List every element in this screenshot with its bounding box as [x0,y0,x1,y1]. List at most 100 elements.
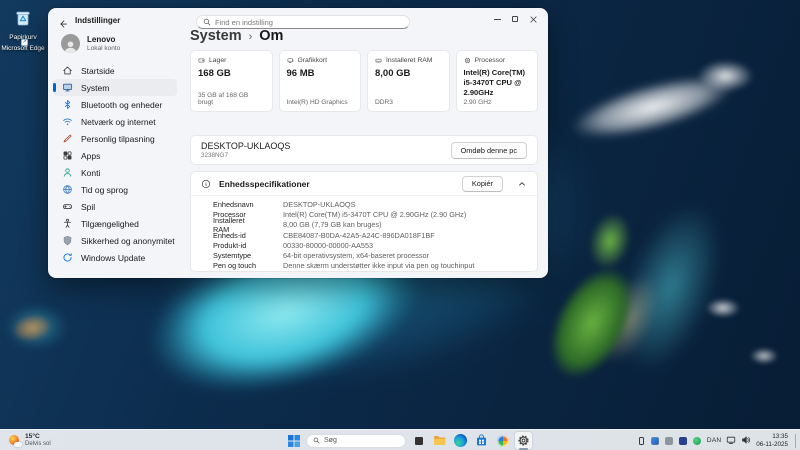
sidebar-item-netvaerk-og-internet[interactable]: Netværk og internet [53,113,177,130]
task-view-button[interactable] [410,432,427,449]
file-explorer-button[interactable] [431,432,448,449]
privacy-shield-icon [62,235,73,246]
sidebar-item-apps[interactable]: Apps [53,147,177,164]
chevron-up-icon[interactable] [517,179,527,189]
back-button[interactable] [58,16,68,26]
spec-label: Enhedsnavn [191,200,261,209]
sidebar-item-label: Startside [81,66,115,76]
device-name: DESKTOP-UKLAOQS [201,141,290,152]
avatar [61,34,80,53]
task-view-icon [412,434,426,448]
clock-time: 13:35 [756,433,788,441]
sidebar-item-tid-og-sprog[interactable]: Tid og sprog [53,181,177,198]
spec-value: Denne skærm understøtter ikke input via … [261,261,474,270]
language-indicator[interactable]: DAN [707,437,721,444]
accounts-icon [62,167,73,178]
edge-button[interactable] [452,432,469,449]
user-account[interactable]: Lenovo Lokal konto [61,34,120,53]
weather-condition: Delvis sol [25,441,51,448]
sidebar-item-label: Windows Update [81,253,145,263]
card-label: Lager [209,57,226,64]
taskbar: 15°C Delvis sol Søg [0,429,800,450]
user-account-type: Lokal konto [87,45,120,53]
window-title: Indstillinger [75,16,120,25]
sidebar-item-startside[interactable]: Startside [53,62,177,79]
edge-icon [454,434,467,447]
sidebar-item-windows-update[interactable]: Windows Update [53,249,177,266]
tray-app-gray-icon[interactable] [665,436,674,445]
sidebar-item-label: Bluetooth og enheder [81,100,162,110]
specs-title: Enhedsspecifikationer [219,179,310,189]
card-ram: Installeret RAM 8,00 GB DDR3 [367,50,450,112]
shortcut-arrow-icon: ↗ [21,39,28,46]
wallpaper-left-reef [0,298,76,356]
ram-icon [375,57,382,64]
spec-value: 8,00 GB (7,79 GB kan bruges) [261,220,382,229]
wallpaper-cloud-dot2 [745,345,783,367]
settings-taskbar-button[interactable] [515,432,532,449]
home-icon [62,65,73,76]
settings-window: Indstillinger Lenovo Lokal konto [48,8,548,278]
device-specifications-header[interactable]: Enhedsspecifikationer Kopiér [191,172,537,196]
card-footer: 35 GB af 168 GB brugt [198,92,265,106]
rename-pc-button[interactable]: Omdøb denne pc [451,142,527,159]
spec-row-systemtype: Systemtype 64-bit operativsystem, x64-ba… [191,250,537,260]
time-language-icon [62,184,73,195]
bluetooth-icon [62,99,73,110]
sidebar-item-bluetooth-og-enheder[interactable]: Bluetooth og enheder [53,96,177,113]
card-value: 8,00 GB [375,68,442,79]
show-desktop-button[interactable] [795,434,797,448]
sidebar-item-system[interactable]: System [53,79,177,96]
network-icon[interactable] [726,432,736,450]
wallpaper-cloud-dot [700,295,746,321]
wallpaper-island-small [577,200,644,282]
copy-button[interactable]: Kopiér [462,176,503,192]
sidebar-item-sikkerhed-og-anonymitet[interactable]: Sikkerhed og anonymitet [53,232,177,249]
gpu-icon [287,57,294,64]
update-icon [62,252,73,263]
sidebar-item-label: Konti [81,168,100,178]
card-value: 168 GB [198,68,265,79]
card-label: Processor [475,57,506,64]
personalization-icon [62,133,73,144]
card-processor: Processor Intel(R) Core(TM) i5-3470T CPU… [456,50,539,112]
desktop[interactable]: Papirkurv ↗ Microsoft Edge Indstillinger [0,0,800,450]
sidebar-item-spil[interactable]: Spil [53,198,177,215]
sidebar-item-label: Sikkerhed og anonymitet [81,236,175,246]
tray-app-green-icon[interactable] [693,436,702,445]
system-icon [62,82,73,93]
spec-row-enhedsnavn: Enhedsnavn DESKTOP-UKLAOQS [191,199,537,209]
spec-label: Enheds-id [191,231,261,240]
volume-icon[interactable] [741,432,751,450]
taskbar-search[interactable]: Søg [306,434,406,448]
tray-app-blue-icon[interactable] [651,436,660,445]
card-storage: Lager 168 GB 35 GB af 168 GB brugt [190,50,273,112]
sidebar-item-konti[interactable]: Konti [53,164,177,181]
desktop-icon-edge[interactable]: ↗ Microsoft Edge [0,44,46,53]
sidebar-item-label: Tid og sprog [81,185,128,195]
tray-app-navy-icon[interactable] [679,436,688,445]
store-button[interactable] [473,432,490,449]
sidebar-item-label: Tilgængelighed [81,219,139,229]
card-label: Installeret RAM [386,57,432,64]
accessibility-icon [62,218,73,229]
start-button[interactable] [285,432,302,449]
desktop-icon-recycle-bin[interactable]: Papirkurv [0,8,46,42]
card-value: Intel(R) Core(TM) i5-3470T CPU @ 2.90GHz [464,68,531,98]
file-explorer-icon [433,434,446,447]
apps-icon [62,150,73,161]
sidebar-item-tilgaengelighed[interactable]: Tilgængelighed [53,215,177,232]
photos-button[interactable] [494,432,511,449]
sidebar-item-label: Netværk og internet [81,117,156,127]
clock[interactable]: 13:35 06-11-2025 [756,433,788,449]
search-icon [313,437,320,444]
sidebar-item-label: Spil [81,202,95,212]
clock-date: 06-11-2025 [756,441,788,449]
settings-nav: Startside System Bluetooth og enheder Ne… [48,62,182,266]
spec-row-enheds-id: Enheds-id CBE84087-B0DA-42A5-A24C-896DA0… [191,230,537,240]
sidebar-item-personlig-tilpasning[interactable]: Personlig tilpasning [53,130,177,147]
weather-widget[interactable]: 15°C Delvis sol [4,430,55,450]
breadcrumb-system[interactable]: System [190,28,242,44]
phone-link-tray-icon[interactable] [637,436,646,445]
breadcrumb: System › Om [190,28,283,44]
